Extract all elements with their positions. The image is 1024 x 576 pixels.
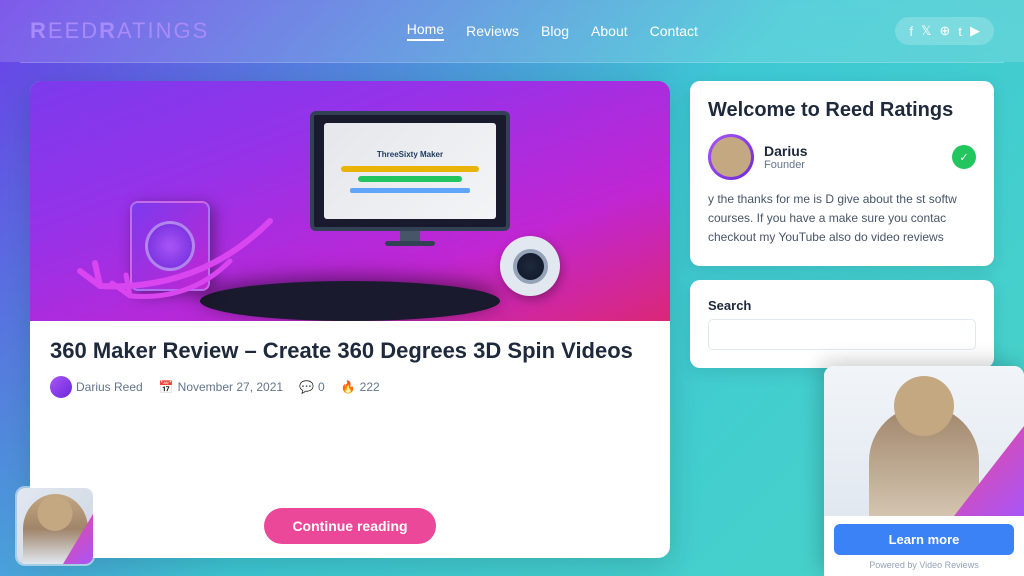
view-count: 222 <box>360 380 380 394</box>
meta-views: 🔥 222 <box>341 380 380 394</box>
sidebar-author-role: Founder <box>764 159 942 171</box>
video-popup-footer: Learn more Powered by Video Reviews <box>824 516 1024 576</box>
author-verified-badge: ✓ <box>952 145 976 169</box>
article-image: ThreeSixty Maker <box>30 81 670 321</box>
author-row: Darius Founder ✓ <box>708 134 976 180</box>
meta-comments: 💬 0 <box>299 380 325 394</box>
nav-home[interactable]: Home <box>407 21 444 41</box>
author-avatar <box>708 134 754 180</box>
article-body: 360 Maker Review – Create 360 Degrees 3D… <box>30 321 670 508</box>
video-popup: Learn more Powered by Video Reviews <box>824 366 1024 576</box>
welcome-title: Welcome to Reed Ratings <box>708 99 976 122</box>
logo-text: REEDRATINGS <box>30 18 209 43</box>
social-icons-bar: f 𝕏 ⊕ t ▶ <box>895 17 994 45</box>
nav-contact[interactable]: Contact <box>650 23 698 39</box>
nav-reviews[interactable]: Reviews <box>466 23 519 39</box>
sidebar-author-name: Darius <box>764 143 942 159</box>
twitter-icon[interactable]: 𝕏 <box>921 23 931 39</box>
author-name: Darius Reed <box>76 380 143 394</box>
search-label: Search <box>708 298 976 313</box>
facebook-icon[interactable]: f <box>909 24 913 39</box>
logo: REEDRATINGS <box>30 18 209 44</box>
stage-platform <box>200 281 500 321</box>
video-person <box>824 366 1024 516</box>
article-card: ThreeSixty Maker <box>30 81 670 558</box>
sidebar-bio: y the thanks for me is D give about the … <box>708 190 976 248</box>
views-icon: 🔥 <box>341 380 356 394</box>
main-nav: Home Reviews Blog About Contact <box>407 21 698 41</box>
pinterest-icon[interactable]: ⊕ <box>939 23 950 39</box>
learn-more-button[interactable]: Learn more <box>834 524 1014 555</box>
product-box <box>130 201 220 301</box>
welcome-card: Welcome to Reed Ratings Darius Founder ✓… <box>690 81 994 266</box>
powered-by-text: Powered by Video Reviews <box>834 560 1014 570</box>
author-info: Darius Founder <box>764 143 942 171</box>
camera-product <box>500 236 570 306</box>
article-title: 360 Maker Review – Create 360 Degrees 3D… <box>50 337 650 366</box>
nav-blog[interactable]: Blog <box>541 23 569 39</box>
calendar-icon: 📅 <box>159 380 174 394</box>
video-preview <box>824 366 1024 516</box>
bottom-left-thumbnail <box>15 486 95 566</box>
article-footer: Continue reading <box>30 508 670 558</box>
continue-reading-button[interactable]: Continue reading <box>264 508 435 544</box>
search-card: Search <box>690 280 994 368</box>
article-date: November 27, 2021 <box>178 380 283 394</box>
monitor-display: ThreeSixty Maker <box>310 111 510 251</box>
tumblr-icon[interactable]: t <box>958 24 962 39</box>
meta-date: 📅 November 27, 2021 <box>159 380 283 394</box>
search-input[interactable] <box>708 319 976 350</box>
author-avatar-small <box>50 376 72 398</box>
nav-about[interactable]: About <box>591 23 628 39</box>
comment-count: 0 <box>318 380 325 394</box>
article-meta: Darius Reed 📅 November 27, 2021 💬 0 🔥 22… <box>50 376 650 398</box>
comment-icon: 💬 <box>299 380 314 394</box>
header: REEDRATINGS Home Reviews Blog About Cont… <box>0 0 1024 62</box>
meta-author: Darius Reed <box>50 376 143 398</box>
youtube-icon[interactable]: ▶ <box>970 23 980 39</box>
